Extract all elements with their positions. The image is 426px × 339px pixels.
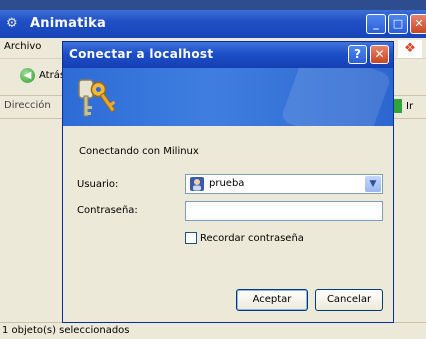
username-label: Usuario:	[77, 179, 119, 190]
banner-decoration	[280, 68, 392, 126]
explorer-titlebar: ⚙ Animatika _ □ ✕	[0, 10, 426, 38]
accept-button[interactable]: Aceptar	[236, 289, 308, 311]
dialog-close-button[interactable]: ✕	[370, 45, 389, 64]
app-icon: ⚙	[6, 16, 18, 31]
go-arrow-icon	[393, 99, 402, 113]
dialog-banner	[63, 68, 393, 126]
chevron-down-icon[interactable]: ▼	[365, 176, 381, 192]
go-label: Ir	[406, 100, 414, 112]
close-button[interactable]: ✕	[410, 14, 426, 34]
password-field[interactable]	[185, 201, 383, 221]
dialog-titlebar[interactable]: Conectar a localhost ? ✕	[63, 42, 393, 68]
menu-archivo[interactable]: Archivo	[4, 41, 41, 52]
remember-password-option[interactable]: Recordar contraseña	[185, 232, 304, 244]
go-button[interactable]: Ir	[393, 99, 413, 113]
explorer-title: Animatika	[30, 16, 106, 31]
username-value: prueba	[209, 178, 245, 189]
windows-logo-icon: ❖	[398, 40, 422, 58]
status-text: 1 objeto(s) seleccionados	[2, 325, 130, 336]
address-label: Dirección	[4, 100, 51, 111]
back-button[interactable]: ◀ Atrás	[20, 68, 65, 83]
maximize-button[interactable]: □	[388, 14, 408, 34]
help-button[interactable]: ?	[348, 45, 367, 64]
back-arrow-icon: ◀	[20, 68, 35, 83]
user-icon	[190, 177, 204, 191]
connect-dialog: Conectar a localhost ? ✕ Conectando con …	[62, 41, 394, 323]
remember-label: Recordar contraseña	[200, 232, 304, 244]
connecting-message: Conectando con Milinux	[79, 146, 199, 157]
minimize-button[interactable]: _	[366, 14, 386, 34]
dialog-body: Conectando con Milinux Usuario: prueba ▼…	[63, 126, 393, 322]
cancel-button[interactable]: Cancelar	[315, 289, 383, 311]
status-bar: 1 objeto(s) seleccionados	[0, 322, 426, 339]
dialog-title: Conectar a localhost	[69, 47, 214, 61]
username-combobox[interactable]: prueba ▼	[185, 174, 383, 194]
password-label: Contraseña:	[77, 205, 138, 216]
keys-icon	[78, 79, 116, 117]
remember-checkbox[interactable]	[185, 232, 197, 244]
